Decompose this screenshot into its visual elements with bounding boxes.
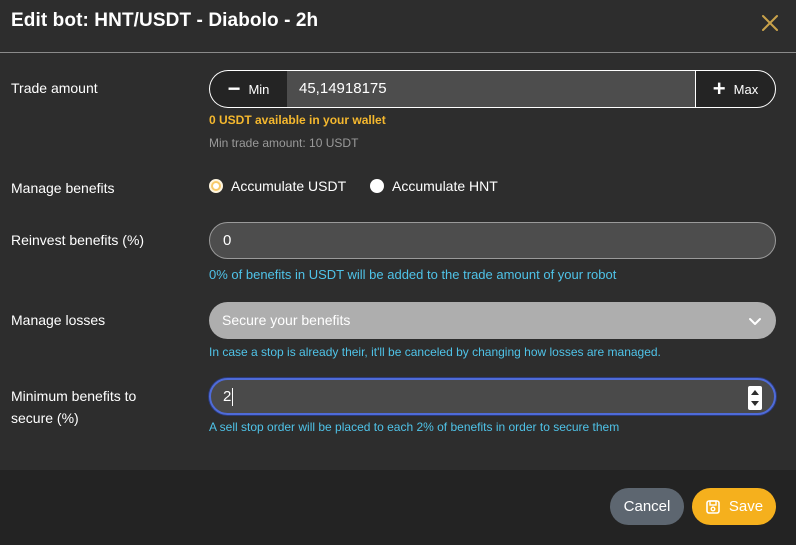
reinvest-hint: 0% of benefits in USDT will be added to … <box>209 267 617 282</box>
edit-bot-modal: Edit bot: HNT/USDT - Diabolo - 2h Trade … <box>0 0 796 545</box>
save-icon <box>706 499 720 514</box>
min-benefits-hint: A sell stop order will be placed to each… <box>209 420 620 434</box>
manage-benefits-label: Manage benefits <box>11 180 115 196</box>
close-icon[interactable] <box>759 12 781 34</box>
manage-losses-value: Secure your benefits <box>222 312 351 328</box>
min-trade-amount: Min trade amount: 10 USDT <box>209 136 359 150</box>
radio-label: Accumulate USDT <box>231 178 347 194</box>
min-benefits-label-line1: Minimum benefits to <box>11 388 137 404</box>
modal-header: Edit bot: HNT/USDT - Diabolo - 2h <box>0 0 796 53</box>
save-button-label: Save <box>728 498 764 515</box>
min-benefits-value: 2 <box>223 388 232 405</box>
max-button[interactable]: + Max <box>695 70 776 108</box>
modal-title: Edit bot: HNT/USDT - Diabolo - 2h <box>11 10 319 31</box>
trade-amount-group: − Min 45,14918175 + Max <box>209 70 776 108</box>
reinvest-input[interactable]: 0 <box>209 222 776 259</box>
min-button-label: Min <box>248 81 270 97</box>
save-button[interactable]: Save <box>692 488 776 525</box>
number-spinner-icon[interactable] <box>748 386 762 410</box>
minus-icon: − <box>227 76 241 101</box>
trade-amount-input[interactable]: 45,14918175 <box>287 70 695 108</box>
reinvest-label: Reinvest benefits (%) <box>11 232 145 248</box>
min-button[interactable]: − Min <box>209 70 287 108</box>
cancel-button[interactable]: Cancel <box>610 488 684 525</box>
radio-unchecked-icon <box>370 179 384 193</box>
radio-checked-icon <box>209 179 223 193</box>
text-caret <box>232 388 234 407</box>
manage-losses-label: Manage losses <box>11 312 106 328</box>
wallet-balance-message: 0 USDT available in your wallet <box>209 113 386 127</box>
plus-icon: + <box>712 76 726 101</box>
min-benefits-label-line2: secure (%) <box>11 410 79 426</box>
manage-losses-hint: In case a stop is already their, it'll b… <box>209 345 661 359</box>
max-button-label: Max <box>733 81 759 97</box>
trade-amount-label: Trade amount <box>11 80 98 96</box>
chevron-down-icon <box>749 318 761 325</box>
radio-label: Accumulate HNT <box>392 178 498 194</box>
min-benefits-input[interactable]: 2 <box>209 378 776 415</box>
radio-accumulate-usdt[interactable]: Accumulate USDT <box>209 176 346 196</box>
radio-accumulate-hnt[interactable]: Accumulate HNT <box>370 176 498 196</box>
min-benefits-label: Minimum benefits to secure (%) <box>11 385 136 429</box>
manage-losses-select[interactable]: Secure your benefits <box>209 302 776 339</box>
